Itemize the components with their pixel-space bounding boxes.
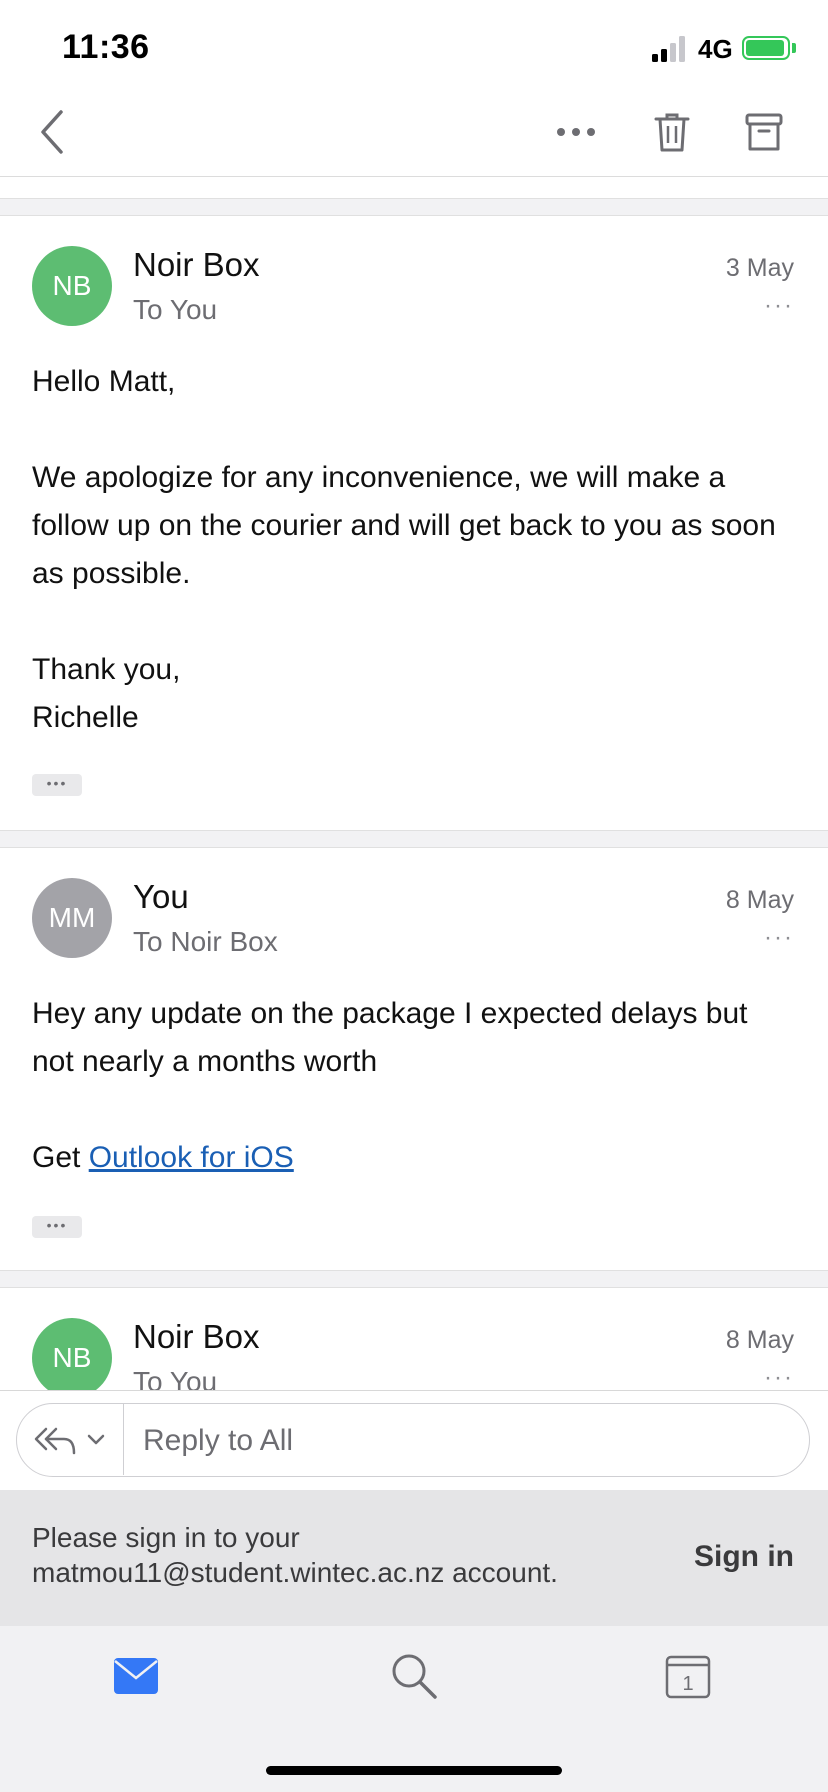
recipient-line: To Noir Box bbox=[133, 926, 278, 957]
recipient-line: To You bbox=[133, 294, 218, 325]
message-separator bbox=[0, 198, 828, 216]
sign-in-button[interactable]: Sign in bbox=[694, 1540, 794, 1574]
recipient-line: To You bbox=[133, 1366, 218, 1390]
sender-name: Noir Box bbox=[133, 246, 260, 283]
outlook-ios-link[interactable]: Outlook for iOS bbox=[89, 1141, 294, 1174]
message-card: MM You To Noir Box 8 May ··· Hey any upd… bbox=[0, 848, 828, 1270]
calendar-date: 1 bbox=[682, 1673, 693, 1695]
signature-line: Get Outlook for iOS bbox=[32, 1134, 792, 1182]
chevron-left-icon bbox=[41, 110, 63, 154]
reply-action-picker[interactable] bbox=[17, 1404, 124, 1475]
tab-calendar[interactable]: 1 bbox=[658, 1648, 718, 1704]
message-separator bbox=[0, 1270, 828, 1288]
message-body: Hello Matt, We apologize for any inconve… bbox=[32, 358, 792, 742]
reply-placeholder[interactable]: Reply to All bbox=[143, 1424, 293, 1458]
status-time: 11:36 bbox=[62, 28, 150, 66]
calendar-icon: 1 bbox=[665, 1655, 711, 1699]
message-date: 8 May bbox=[725, 886, 794, 914]
home-indicator bbox=[266, 1766, 562, 1775]
show-quoted-text-button[interactable]: ••• bbox=[32, 774, 82, 796]
message-card: NB Noir Box To You 8 May ··· bbox=[0, 1288, 828, 1390]
signal-icon bbox=[652, 36, 688, 62]
reply-all-icon bbox=[34, 1427, 76, 1454]
body-paragraph: Hey any update on the package I expected… bbox=[32, 997, 748, 1078]
ellipsis-icon bbox=[557, 128, 595, 136]
battery-icon bbox=[742, 36, 790, 60]
message-more-button[interactable]: ··· bbox=[764, 924, 794, 952]
message-card: NB Noir Box To You 3 May ··· Hello Matt,… bbox=[0, 216, 828, 830]
signin-banner: Please sign in to your matmou11@student.… bbox=[0, 1490, 828, 1626]
body-paragraph: Hello Matt, bbox=[32, 365, 176, 398]
more-options-button[interactable] bbox=[548, 104, 604, 160]
message-separator bbox=[0, 830, 828, 848]
signature-prefix: Get bbox=[32, 1141, 89, 1174]
message-date: 8 May bbox=[725, 1326, 794, 1354]
message-more-button[interactable]: ··· bbox=[764, 1364, 794, 1390]
body-paragraph: We apologize for any inconvenience, we w… bbox=[32, 461, 776, 590]
delete-button[interactable] bbox=[644, 104, 700, 160]
sender-name: Noir Box bbox=[133, 1318, 260, 1355]
chevron-down-icon bbox=[87, 1434, 105, 1444]
signin-account: matmou11@student.wintec.ac.nz account. bbox=[32, 1557, 558, 1588]
status-bar: 11:36 4G bbox=[0, 0, 828, 90]
avatar[interactable]: NB bbox=[32, 1318, 112, 1390]
message-toolbar bbox=[0, 90, 828, 177]
tab-search[interactable] bbox=[384, 1648, 444, 1704]
archive-icon bbox=[745, 113, 783, 151]
reply-bar: Reply to All bbox=[0, 1390, 828, 1491]
archive-button[interactable] bbox=[736, 104, 792, 160]
avatar[interactable]: NB bbox=[32, 246, 112, 326]
search-icon bbox=[392, 1654, 437, 1699]
signin-message: Please sign in to your matmou11@student.… bbox=[32, 1520, 558, 1590]
message-date: 3 May bbox=[725, 254, 794, 282]
avatar[interactable]: MM bbox=[32, 878, 112, 958]
signin-message-line: Please sign in to your bbox=[32, 1522, 300, 1553]
reply-field[interactable]: Reply to All bbox=[16, 1403, 810, 1477]
back-button[interactable] bbox=[24, 104, 80, 160]
battery-tip bbox=[792, 43, 796, 53]
trash-icon bbox=[654, 113, 690, 152]
sender-name: You bbox=[133, 878, 189, 915]
mail-icon bbox=[114, 1658, 158, 1694]
body-paragraph: Richelle bbox=[32, 701, 139, 734]
show-quoted-text-button[interactable]: ••• bbox=[32, 1216, 82, 1238]
message-more-button[interactable]: ··· bbox=[764, 292, 794, 320]
body-paragraph: Thank you, bbox=[32, 653, 181, 686]
network-type: 4G bbox=[698, 34, 733, 64]
tab-mail[interactable] bbox=[106, 1648, 166, 1704]
message-body: Hey any update on the package I expected… bbox=[32, 990, 792, 1182]
